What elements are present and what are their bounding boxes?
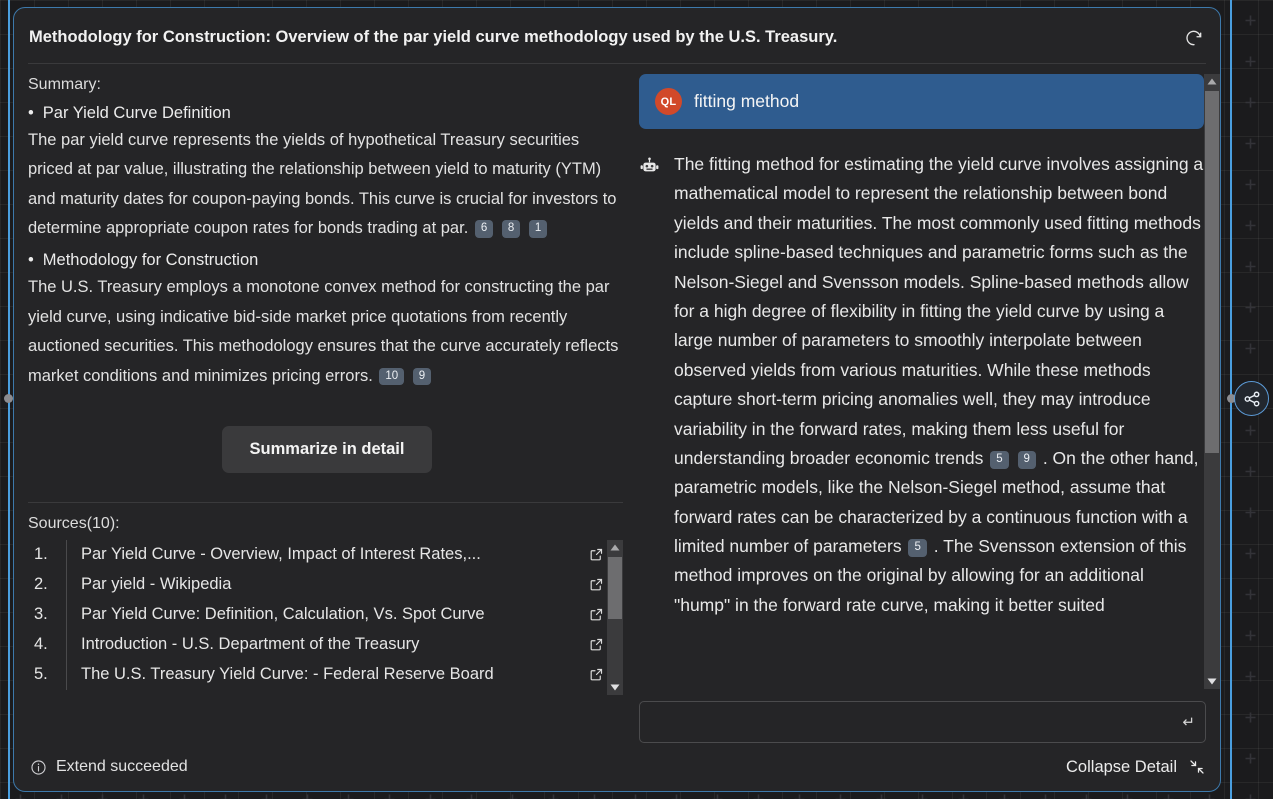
source-title[interactable]: Introduction - U.S. Department of the Tr… <box>81 635 585 654</box>
section-paragraph-text: The U.S. Treasury employs a monotone con… <box>28 278 618 384</box>
detail-panel: Methodology for Construction: Overview o… <box>13 7 1221 792</box>
source-title[interactable]: Par Yield Curve: Definition, Calculation… <box>81 605 585 624</box>
panel-body: Summary: • Par Yield Curve Definition Th… <box>14 64 1220 743</box>
status-text: Extend succeeded <box>56 758 188 776</box>
chat-column: QL fitting method <box>626 64 1220 743</box>
section-paragraph: The par yield curve represents the yield… <box>28 126 626 243</box>
panel-footer: Extend succeeded Collapse Detail <box>14 743 1220 791</box>
section-heading-text: Par Yield Curve Definition <box>43 104 231 123</box>
citation-chip[interactable]: 9 <box>1018 451 1036 469</box>
bot-message-part-1: The fitting method for estimating the yi… <box>674 154 1203 468</box>
external-link-icon[interactable] <box>585 547 607 562</box>
chat-area: QL fitting method <box>639 74 1220 689</box>
summarize-action-row: Summarize in detail <box>28 426 626 473</box>
sources-scroll-track[interactable] <box>607 555 623 680</box>
scroll-down-arrow-icon[interactable] <box>1204 674 1220 689</box>
source-item[interactable]: 2. Par yield - Wikipedia <box>28 570 607 600</box>
source-index: 3. <box>28 605 66 624</box>
source-divider <box>66 660 67 690</box>
source-title[interactable]: The U.S. Treasury Yield Curve: - Federal… <box>81 665 585 684</box>
scroll-up-arrow-icon[interactable] <box>607 540 623 555</box>
citation-chip[interactable]: 8 <box>502 220 520 238</box>
summarize-in-detail-button[interactable]: Summarize in detail <box>222 426 433 473</box>
chat-composer[interactable]: ↵ <box>639 701 1206 743</box>
source-divider <box>66 600 67 630</box>
external-link-icon[interactable] <box>585 607 607 622</box>
source-index: 2. <box>28 575 66 594</box>
citation-chip[interactable]: 5 <box>990 451 1008 469</box>
bot-message-text: The fitting method for estimating the yi… <box>674 150 1204 620</box>
section-paragraph: The U.S. Treasury employs a monotone con… <box>28 273 626 390</box>
sources-list: 1. Par Yield Curve - Overview, Impact of… <box>28 540 607 695</box>
status-message: Extend succeeded <box>30 758 188 776</box>
external-link-icon[interactable] <box>585 577 607 592</box>
panel-header: Methodology for Construction: Overview o… <box>14 8 1220 50</box>
source-index: 4. <box>28 635 66 654</box>
source-divider <box>66 570 67 600</box>
source-index: 1. <box>28 545 66 564</box>
source-title[interactable]: Par Yield Curve - Overview, Impact of In… <box>81 545 585 564</box>
bot-message-row: The fitting method for estimating the yi… <box>639 150 1204 620</box>
bullet-icon: • <box>28 251 34 270</box>
external-link-icon[interactable] <box>585 667 607 682</box>
summary-label: Summary: <box>28 76 626 94</box>
left-resize-handle[interactable] <box>4 394 13 403</box>
section-heading: • Methodology for Construction <box>28 251 626 270</box>
info-icon <box>30 759 47 776</box>
citation-chip[interactable]: 6 <box>475 220 493 238</box>
user-message-text: fitting method <box>694 91 799 112</box>
citation-chip[interactable]: 5 <box>908 539 926 557</box>
section-paragraph-text: The par yield curve represents the yield… <box>28 131 616 237</box>
collapse-detail-label: Collapse Detail <box>1066 758 1177 777</box>
source-item[interactable]: 1. Par Yield Curve - Overview, Impact of… <box>28 540 607 570</box>
section-heading-text: Methodology for Construction <box>43 251 259 270</box>
avatar: QL <box>655 88 682 115</box>
citation-chip[interactable]: 1 <box>529 220 547 238</box>
share-nodes-icon[interactable] <box>1234 381 1269 416</box>
sources-list-container: 1. Par Yield Curve - Overview, Impact of… <box>28 540 623 695</box>
summary-column: Summary: • Par Yield Curve Definition Th… <box>14 64 626 743</box>
source-index: 5. <box>28 665 66 684</box>
user-message-bubble: QL fitting method <box>639 74 1204 129</box>
sources-scroll-thumb[interactable] <box>608 557 622 619</box>
chat-scrollbar[interactable] <box>1204 74 1220 689</box>
source-item[interactable]: 3. Par Yield Curve: Definition, Calculat… <box>28 600 607 630</box>
chat-scroll-content: QL fitting method <box>639 74 1204 689</box>
section-heading: • Par Yield Curve Definition <box>28 104 626 123</box>
source-item[interactable]: 5. The U.S. Treasury Yield Curve: - Fede… <box>28 660 607 690</box>
enter-key-icon[interactable]: ↵ <box>1176 713 1195 731</box>
robot-icon <box>639 150 661 620</box>
source-divider <box>66 630 67 660</box>
source-item[interactable]: 4. Introduction - U.S. Department of the… <box>28 630 607 660</box>
bullet-icon: • <box>28 104 34 123</box>
source-title[interactable]: Par yield - Wikipedia <box>81 575 585 594</box>
external-link-icon[interactable] <box>585 637 607 652</box>
sources-label: Sources(10): <box>28 515 626 533</box>
page-title: Methodology for Construction: Overview o… <box>28 27 1182 48</box>
sources-scrollbar[interactable] <box>607 540 623 695</box>
summary-content: Summary: • Par Yield Curve Definition Th… <box>28 76 626 399</box>
citation-chip[interactable]: 10 <box>379 368 404 386</box>
collapse-arrows-icon[interactable] <box>1188 758 1206 776</box>
scroll-down-arrow-icon[interactable] <box>607 680 623 695</box>
refresh-icon[interactable] <box>1182 26 1206 50</box>
collapse-detail-button[interactable]: Collapse Detail <box>1066 758 1206 777</box>
source-divider <box>66 540 67 570</box>
chat-input[interactable] <box>650 713 1176 732</box>
scroll-up-arrow-icon[interactable] <box>1204 74 1220 89</box>
chat-scroll-thumb[interactable] <box>1205 91 1219 453</box>
citation-chip[interactable]: 9 <box>413 368 431 386</box>
chat-scroll-track[interactable] <box>1204 89 1220 674</box>
sources-divider <box>28 502 623 503</box>
